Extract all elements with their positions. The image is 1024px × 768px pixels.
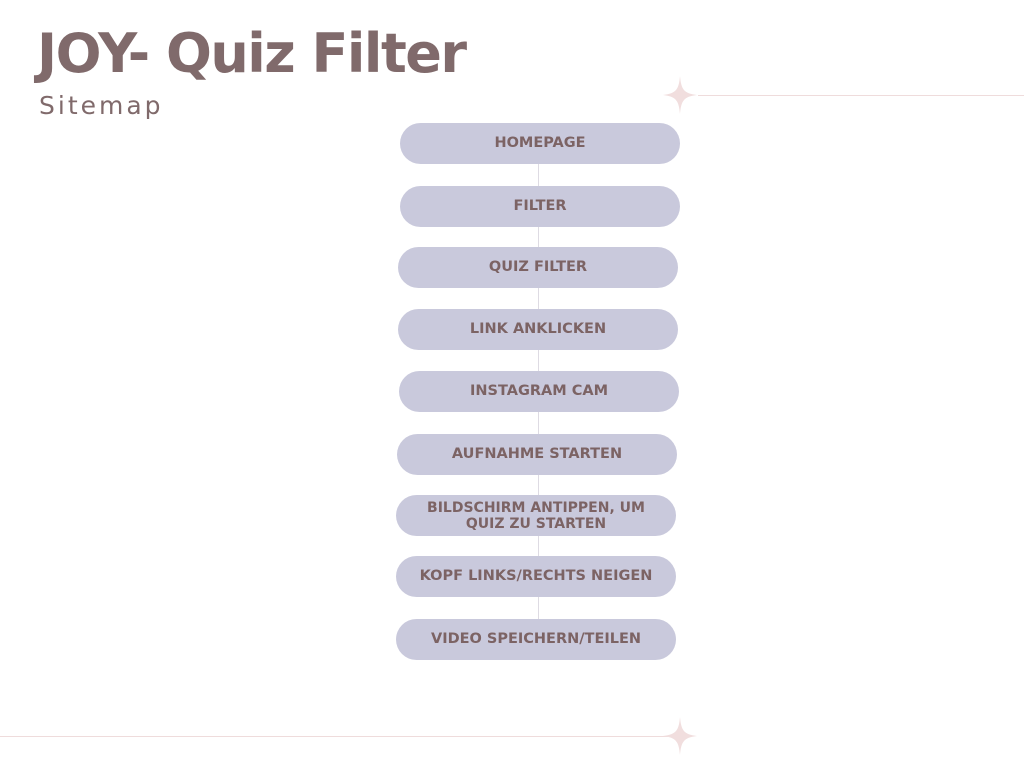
- decorative-line-top: [698, 95, 1024, 96]
- sitemap-node-kopf-neigen: KOPF LINKS/RECHTS NEIGEN: [396, 556, 676, 597]
- sitemap-node-link-anklicken: LINK ANKLICKEN: [398, 309, 678, 350]
- sitemap-node-aufnahme-starten: AUFNAHME STARTEN: [397, 434, 677, 475]
- sitemap-node-bildschirm-antippen: BILDSCHIRM ANTIPPEN, UM QUIZ ZU STARTEN: [396, 495, 676, 536]
- sitemap-node-homepage: HOMEPAGE: [400, 123, 680, 164]
- page-title: JOY- Quiz Filter: [37, 22, 467, 85]
- sparkle-icon: [663, 76, 697, 114]
- sparkle-icon: [663, 717, 697, 755]
- sitemap-node-quiz-filter: QUIZ FILTER: [398, 247, 678, 288]
- decorative-line-bottom: [0, 736, 668, 737]
- page-subtitle: Sitemap: [39, 91, 164, 120]
- sitemap-node-instagram-cam: INSTAGRAM CAM: [399, 371, 679, 412]
- sitemap-node-filter: FILTER: [400, 186, 680, 227]
- sitemap-node-video-speichern: VIDEO SPEICHERN/TEILEN: [396, 619, 676, 660]
